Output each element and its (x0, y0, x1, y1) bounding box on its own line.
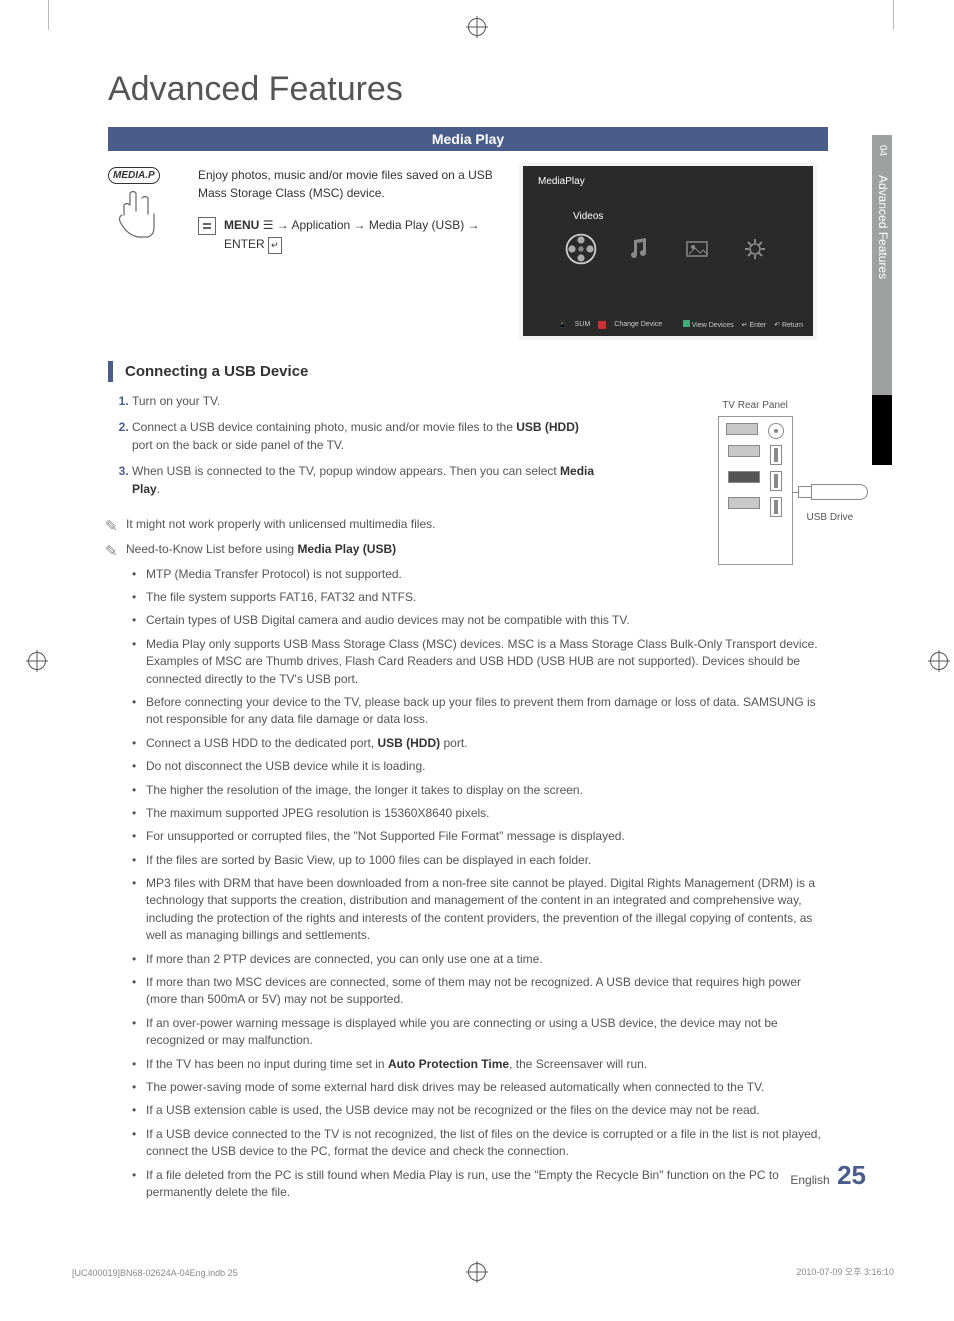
connecting-usb-heading: Connecting a USB Device (108, 361, 868, 382)
usb-drive-icon (792, 477, 872, 507)
port-label (728, 497, 760, 509)
list-item: If a USB extension cable is used, the US… (146, 1102, 828, 1119)
usb-port-icon (770, 497, 782, 517)
media-play-screen-preview: MediaPlay Videos (523, 166, 813, 336)
list-item: The maximum supported JPEG resolution is… (146, 805, 828, 822)
list-item: If a file deleted from the PC is still f… (146, 1167, 828, 1202)
preview-footer-change: Change Device (614, 321, 662, 328)
list-item: Do not disconnect the USB device while i… (146, 758, 828, 775)
preview-title: MediaPlay (538, 176, 585, 187)
preview-category: Videos (573, 211, 603, 222)
note-icon: ✎ (105, 541, 118, 562)
list-item: If an over-power warning message is disp… (146, 1015, 828, 1050)
chapter-tab: 04 Advanced Features (872, 135, 892, 395)
preview-footer-enter: ↵ Enter (742, 321, 767, 329)
hand-pointing-icon (108, 188, 168, 243)
registration-mark-left (28, 652, 46, 670)
audio-port-icon (768, 423, 784, 439)
preview-footer-return: ↶ Return (774, 321, 803, 329)
port-label (726, 423, 758, 435)
list-item: If a USB device connected to the TV is n… (146, 1126, 828, 1161)
videos-reel-icon (563, 231, 599, 267)
chapter-label: Advanced Features (876, 175, 890, 279)
red-a-button-icon (598, 321, 606, 329)
media-description: Enjoy photos, music and/or movie files s… (198, 166, 498, 202)
need-to-know-list: MTP (Media Transfer Protocol) is not sup… (108, 566, 828, 1202)
list-item: If the files are sorted by Basic View, u… (146, 852, 828, 869)
list-item: Before connecting your device to the TV,… (146, 694, 828, 729)
photos-icon (679, 231, 715, 267)
preview-footer-sum: SUM (575, 321, 591, 328)
list-item: If the TV has been no input during time … (146, 1056, 828, 1073)
tv-rear-panel-diagram: TV Rear Panel USB Dr (660, 400, 850, 565)
registration-mark-bottom (468, 1263, 486, 1281)
list-item: For unsupported or corrupted files, the … (146, 828, 828, 845)
section-header: Media Play (108, 127, 828, 151)
usb-drive-label: USB Drive (807, 512, 854, 523)
list-item: Certain types of USB Digital camera and … (146, 612, 828, 629)
preview-footer-view: View Devices (683, 320, 734, 329)
registration-mark-top (468, 18, 486, 36)
step-1: Turn on your TV. (132, 392, 602, 410)
sum-icon: 📱 (558, 321, 567, 329)
list-item: Media Play only supports USB Mass Storag… (146, 636, 828, 688)
list-item: If more than 2 PTP devices are connected… (146, 951, 828, 968)
list-item: MP3 files with DRM that have been downlo… (146, 875, 828, 945)
port-label-usb-hdd (728, 471, 760, 483)
list-item: The higher the resolution of the image, … (146, 782, 828, 799)
panel-label: TV Rear Panel (660, 400, 850, 411)
note-icon: ✎ (105, 516, 118, 537)
source-file-stamp: [UC400019]BN68-02624A-04Eng.indb 25 (72, 1268, 238, 1278)
page-number: 25 (837, 1160, 866, 1190)
step-3: When USB is connected to the TV, popup w… (132, 462, 602, 498)
registration-mark-right (930, 652, 948, 670)
settings-gear-icon (737, 231, 773, 267)
connection-steps: Turn on your TV. Connect a USB device co… (108, 392, 602, 498)
list-item: If more than two MSC devices are connect… (146, 974, 828, 1009)
trim-mark (893, 0, 894, 30)
usb-port-icon (770, 445, 782, 465)
mediap-button-label: MEDIA.P (108, 167, 160, 184)
list-item: MTP (Media Transfer Protocol) is not sup… (146, 566, 828, 583)
list-item: The power-saving mode of some external h… (146, 1079, 828, 1096)
side-strip (872, 395, 892, 465)
page-title: Advanced Features (108, 70, 868, 109)
timestamp-stamp: 2010-07-09 오후 3:16:10 (796, 1265, 894, 1278)
port-label (728, 445, 760, 457)
list-item: The file system supports FAT16, FAT32 an… (146, 589, 828, 606)
usb-port-icon (770, 471, 782, 491)
menu-navigation-path: MENU ☰ → Application → Media Play (USB) … (224, 216, 498, 254)
page-footer: English 25 (790, 1160, 866, 1191)
music-note-icon (621, 231, 657, 267)
step-2: Connect a USB device containing photo, m… (132, 418, 602, 454)
chapter-number: 04 (877, 145, 888, 156)
footer-language: English (790, 1173, 829, 1187)
remote-menu-icon (198, 217, 216, 235)
trim-mark (48, 0, 49, 30)
list-item: Connect a USB HDD to the dedicated port,… (146, 735, 828, 752)
